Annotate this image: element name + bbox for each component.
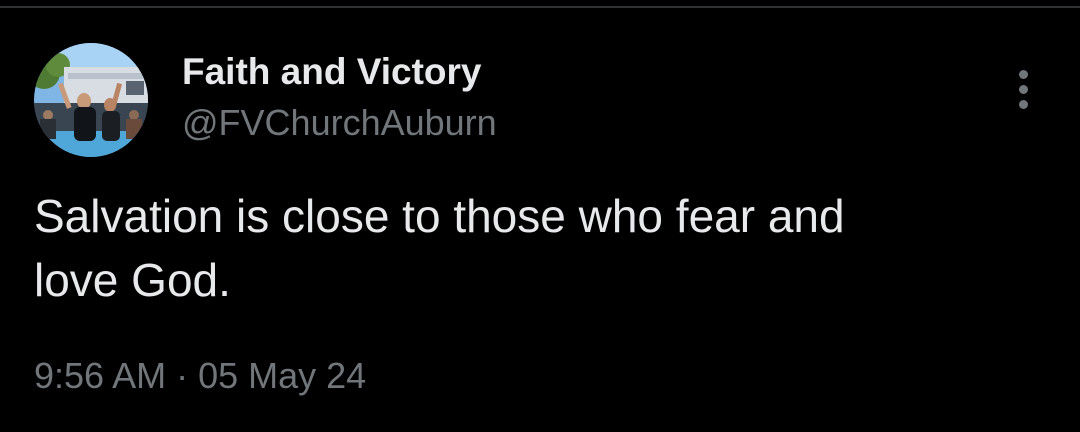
avatar[interactable] — [34, 43, 148, 157]
display-name[interactable]: Faith and Victory — [182, 50, 482, 94]
avatar-photo — [34, 43, 148, 157]
meta-separator: · — [176, 355, 189, 396]
tweet-card: Faith and Victory @FVChurchAuburn Salvat… — [0, 0, 1080, 432]
tweet-time[interactable]: 9:56 AM — [34, 355, 166, 396]
more-options-button[interactable] — [1004, 66, 1042, 112]
more-options-icon — [1018, 69, 1028, 79]
more-options-icon-dot — [1018, 99, 1028, 109]
user-handle[interactable]: @FVChurchAuburn — [182, 101, 497, 145]
tweet-date[interactable]: 05 May 24 — [198, 355, 366, 396]
top-divider — [0, 0, 1080, 8]
more-options-icon-dot — [1018, 84, 1028, 94]
tweet-text: Salvation is close to those who fear and… — [34, 190, 845, 306]
tweet-meta: 9:56 AM · 05 May 24 — [34, 352, 366, 400]
